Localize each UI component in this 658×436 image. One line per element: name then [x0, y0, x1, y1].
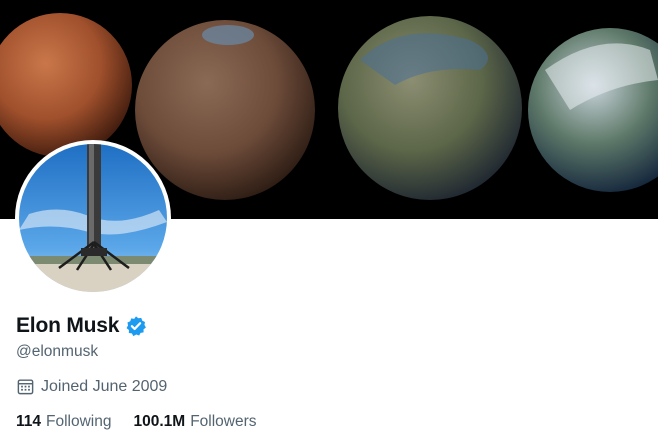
followers-link[interactable]: 100.1M Followers: [134, 413, 257, 431]
calendar-icon: [17, 379, 34, 395]
display-name: Elon Musk: [16, 314, 120, 337]
joined-date-text: Joined June 2009: [41, 377, 168, 395]
avatar-image: [19, 144, 167, 292]
following-count: 114: [16, 413, 42, 430]
planet-2: [135, 20, 315, 200]
verified-badge-icon[interactable]: [125, 315, 147, 337]
following-link[interactable]: 114 Following: [16, 413, 112, 431]
joined-date-row: Joined June 2009: [16, 377, 167, 396]
follow-stats: 114 Following 100.1M Followers: [16, 413, 257, 431]
followers-label: Followers: [190, 413, 257, 430]
avatar[interactable]: [15, 140, 171, 296]
followers-count: 100.1M: [133, 413, 186, 430]
name-row: Elon Musk: [16, 314, 147, 338]
following-label: Following: [46, 413, 112, 430]
username-handle: @elonmusk: [16, 343, 99, 360]
